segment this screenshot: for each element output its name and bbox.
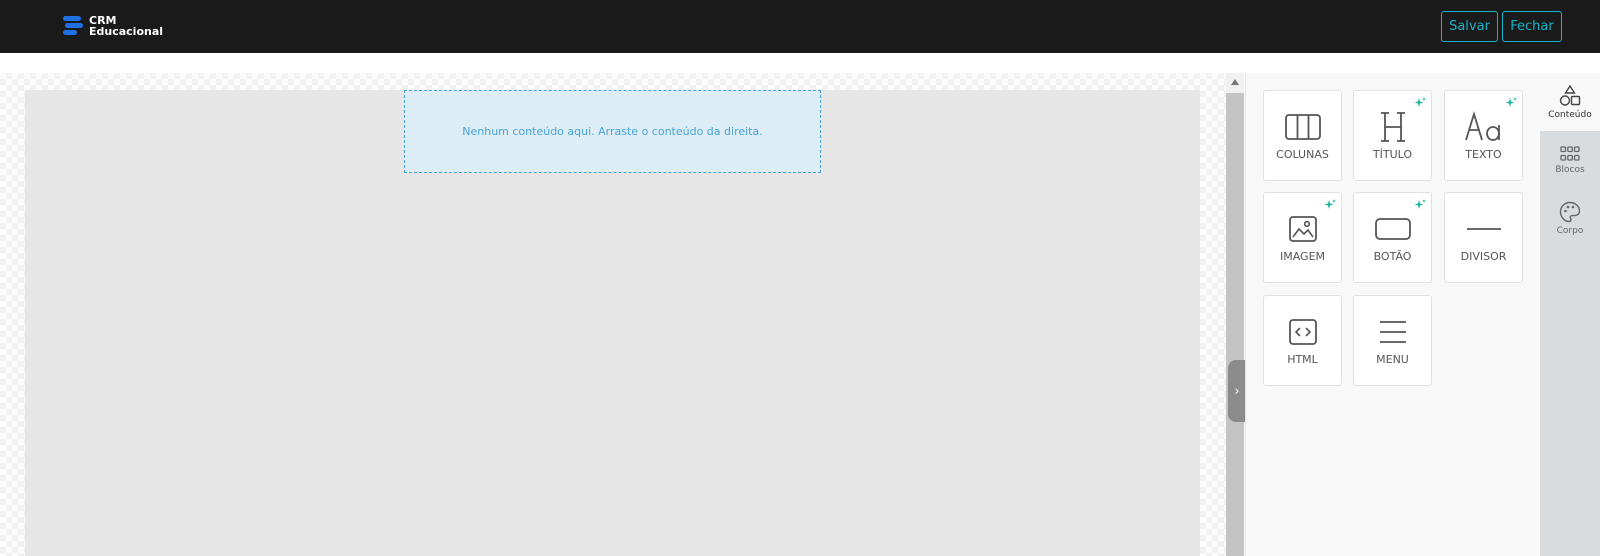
tool-label: TÍTULO (1372, 148, 1413, 161)
empty-dropzone-message: Nenhum conteúdo aqui. Arraste o conteúdo… (462, 125, 763, 138)
divider-icon (1464, 213, 1504, 245)
logo-mark-icon (63, 15, 83, 37)
tools-panel: COLUNAS TÍTULO TEXTO IMAGEM BOTÃO DIVISO… (1245, 73, 1540, 556)
side-tabs: Conteúdo Blocos Corpo (1540, 73, 1600, 556)
tool-menu[interactable]: MENU (1353, 295, 1432, 386)
columns-icon (1283, 111, 1323, 143)
top-bar: CRM Educacional Salvar Fechar (0, 0, 1600, 53)
save-button[interactable]: Salvar (1441, 11, 1498, 42)
tab-blocks[interactable]: Blocos (1540, 131, 1600, 189)
menu-icon (1373, 316, 1413, 348)
ai-sparkle-icon (1505, 97, 1517, 107)
scroll-up-arrow-icon[interactable] (1231, 79, 1239, 85)
tool-label: DIVISOR (1460, 250, 1507, 263)
empty-dropzone[interactable]: Nenhum conteúdo aqui. Arraste o conteúdo… (404, 90, 821, 173)
ai-sparkle-icon (1324, 199, 1336, 209)
logo-line-2: Educacional (89, 25, 164, 38)
tool-button[interactable]: BOTÃO (1353, 192, 1432, 283)
tab-blocks-label: Blocos (1555, 164, 1585, 175)
ai-sparkle-icon (1414, 97, 1426, 107)
tool-label: TEXTO (1465, 148, 1502, 161)
heading-icon (1373, 111, 1413, 143)
tab-body-label: Corpo (1556, 225, 1584, 236)
tool-label: IMAGEM (1279, 250, 1326, 263)
button-icon (1373, 213, 1413, 245)
text-icon (1464, 111, 1504, 143)
tool-label: BOTÃO (1373, 250, 1412, 263)
tool-html[interactable]: HTML (1263, 295, 1342, 386)
tool-heading[interactable]: TÍTULO (1353, 90, 1432, 181)
canvas-scrollbar[interactable] (1226, 73, 1244, 556)
panel-toggle-button[interactable]: › (1228, 360, 1246, 422)
tool-label: COLUNAS (1276, 148, 1329, 161)
grid-icon (1560, 145, 1580, 161)
scrollbar-track[interactable] (1226, 93, 1244, 556)
tool-image[interactable]: IMAGEM (1263, 192, 1342, 283)
tab-content-label: Conteúdo (1548, 109, 1592, 120)
shapes-icon (1559, 84, 1581, 106)
tool-columns[interactable]: COLUNAS (1263, 90, 1342, 181)
close-button[interactable]: Fechar (1502, 11, 1562, 42)
logo: CRM Educacional (63, 15, 163, 37)
palette-icon (1559, 201, 1581, 222)
logo-text: CRM Educacional (89, 15, 163, 37)
image-icon (1283, 213, 1323, 245)
tool-label: MENU (1376, 353, 1409, 366)
code-icon (1283, 316, 1323, 348)
ai-sparkle-icon (1414, 199, 1426, 209)
chevron-right-icon: › (1234, 383, 1240, 399)
tool-label: HTML (1287, 353, 1318, 366)
tool-text[interactable]: TEXTO (1444, 90, 1523, 181)
tool-divider[interactable]: DIVISOR (1444, 192, 1523, 283)
tab-body[interactable]: Corpo (1540, 189, 1600, 247)
tab-content[interactable]: Conteúdo (1540, 73, 1600, 131)
